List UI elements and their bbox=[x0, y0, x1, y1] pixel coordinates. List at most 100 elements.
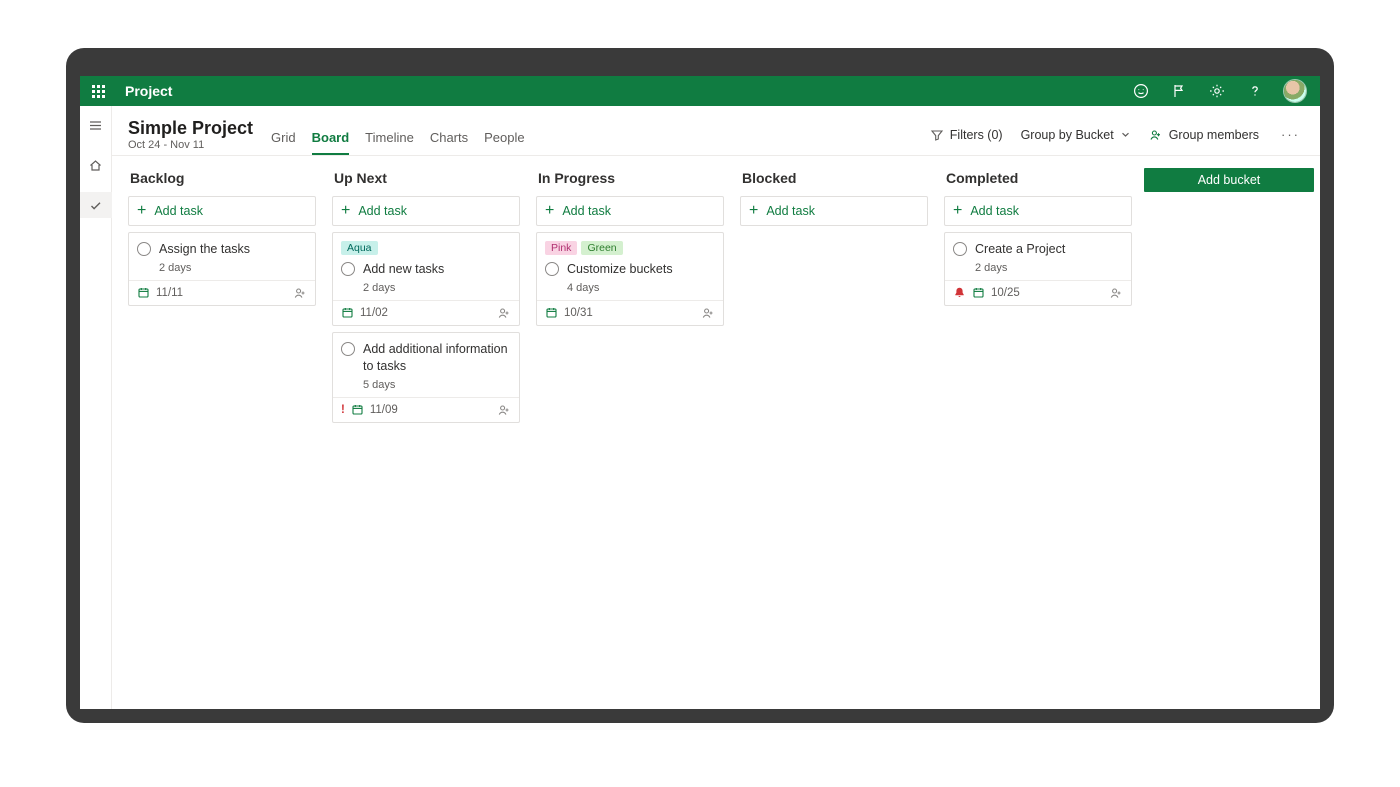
task-duration: 4 days bbox=[567, 282, 715, 294]
titlebar: Project bbox=[80, 76, 1320, 106]
command-bar: Simple Project Oct 24 - Nov 11 Grid Boar… bbox=[112, 106, 1320, 156]
complete-checkbox[interactable] bbox=[545, 262, 559, 276]
task-card[interactable]: Create a Project 2 days 10/25 bbox=[944, 232, 1132, 306]
view-tabs: Grid Board Timeline Charts People bbox=[271, 124, 525, 155]
app-window: Project bbox=[80, 76, 1320, 709]
tab-grid[interactable]: Grid bbox=[271, 124, 296, 155]
task-duration: 5 days bbox=[363, 379, 511, 391]
add-task-button[interactable]: + Add task bbox=[332, 196, 520, 226]
main-content: Simple Project Oct 24 - Nov 11 Grid Boar… bbox=[112, 106, 1320, 709]
task-date: 10/31 bbox=[564, 307, 593, 319]
tasks-icon[interactable] bbox=[80, 192, 112, 218]
plus-icon: + bbox=[953, 203, 962, 219]
group-members-label: Group members bbox=[1169, 128, 1259, 142]
task-label: Green bbox=[581, 241, 622, 255]
flag-icon[interactable] bbox=[1170, 82, 1188, 100]
assign-person-icon[interactable] bbox=[497, 403, 511, 417]
task-card[interactable]: Aqua Add new tasks 2 days 11/02 bbox=[332, 232, 520, 326]
task-title: Create a Project bbox=[975, 241, 1065, 258]
reminder-bell-icon bbox=[953, 286, 966, 299]
calendar-icon bbox=[137, 286, 150, 299]
complete-checkbox[interactable] bbox=[341, 262, 355, 276]
complete-checkbox[interactable] bbox=[341, 342, 355, 356]
assign-person-icon[interactable] bbox=[1109, 286, 1123, 300]
add-bucket-button[interactable]: Add bucket bbox=[1144, 168, 1314, 192]
group-by-button[interactable]: Group by Bucket bbox=[1021, 128, 1131, 142]
task-footer: 11/11 bbox=[129, 280, 315, 305]
assign-person-icon[interactable] bbox=[497, 306, 511, 320]
settings-icon[interactable] bbox=[1208, 82, 1226, 100]
add-task-button[interactable]: + Add task bbox=[740, 196, 928, 226]
tab-timeline[interactable]: Timeline bbox=[365, 124, 414, 155]
task-duration: 2 days bbox=[159, 262, 307, 274]
task-title: Assign the tasks bbox=[159, 241, 250, 258]
task-labels: Aqua bbox=[341, 241, 511, 255]
tab-people[interactable]: People bbox=[484, 124, 524, 155]
plus-icon: + bbox=[545, 203, 554, 219]
calendar-icon bbox=[351, 403, 364, 416]
bucket-title: Blocked bbox=[740, 166, 928, 196]
tab-charts[interactable]: Charts bbox=[430, 124, 468, 155]
project-title: Simple Project bbox=[128, 118, 253, 139]
task-date: 11/02 bbox=[360, 307, 388, 319]
device-frame: Project bbox=[66, 48, 1334, 723]
hamburger-icon[interactable] bbox=[80, 112, 112, 138]
add-task-button[interactable]: + Add task bbox=[536, 196, 724, 226]
task-duration: 2 days bbox=[363, 282, 511, 294]
bucket: Backlog + Add task Assign the tasks 2 days 11… bbox=[120, 166, 324, 699]
assign-person-icon[interactable] bbox=[293, 286, 307, 300]
add-task-label: Add task bbox=[358, 204, 407, 218]
home-icon[interactable] bbox=[80, 152, 112, 178]
task-title: Add new tasks bbox=[363, 261, 444, 278]
add-task-label: Add task bbox=[562, 204, 611, 218]
task-label: Pink bbox=[545, 241, 577, 255]
bucket: In Progress+Add taskPinkGreenCustomize b… bbox=[528, 166, 732, 699]
task-card[interactable]: Add additional information to tasks5 day… bbox=[332, 332, 520, 423]
app-launcher-icon[interactable] bbox=[86, 79, 111, 104]
task-date: 10/25 bbox=[991, 287, 1020, 299]
calendar-icon bbox=[972, 286, 985, 299]
calendar-icon bbox=[341, 306, 354, 319]
bucket-title: Completed bbox=[944, 166, 1132, 196]
bucket: Up Next + Add task Aqua Add new tasks 2 days 1… bbox=[324, 166, 528, 699]
emoji-icon[interactable] bbox=[1132, 82, 1150, 100]
add-task-label: Add task bbox=[970, 204, 1019, 218]
bucket: Blocked + Add task bbox=[732, 166, 936, 699]
add-task-button[interactable]: + Add task bbox=[944, 196, 1132, 226]
plus-icon: + bbox=[137, 203, 146, 219]
plus-icon: + bbox=[749, 203, 758, 219]
filters-label: Filters (0) bbox=[950, 128, 1003, 142]
app-name: Project bbox=[125, 83, 172, 99]
bucket: Completed + Add task Create a Project 2 days… bbox=[936, 166, 1140, 699]
task-footer: 11/02 bbox=[333, 300, 519, 325]
calendar-icon bbox=[545, 306, 558, 319]
user-avatar[interactable] bbox=[1284, 80, 1306, 102]
tab-board[interactable]: Board bbox=[312, 124, 350, 155]
complete-checkbox[interactable] bbox=[953, 242, 967, 256]
project-date-range: Oct 24 - Nov 11 bbox=[128, 139, 253, 151]
task-footer: !11/09 bbox=[333, 397, 519, 422]
add-task-button[interactable]: + Add task bbox=[128, 196, 316, 226]
task-card[interactable]: Assign the tasks 2 days 11/11 bbox=[128, 232, 316, 306]
chevron-down-icon bbox=[1120, 129, 1131, 140]
task-footer: 10/31 bbox=[537, 300, 723, 325]
assign-person-icon[interactable] bbox=[701, 306, 715, 320]
plus-icon: + bbox=[341, 203, 350, 219]
task-card[interactable]: PinkGreenCustomize buckets4 days10/31 bbox=[536, 232, 724, 326]
group-by-label: Group by Bucket bbox=[1021, 128, 1114, 142]
left-rail bbox=[80, 106, 112, 709]
bucket-title: Up Next bbox=[332, 166, 520, 196]
add-task-label: Add task bbox=[766, 204, 815, 218]
board: Backlog + Add task Assign the tasks 2 days 11… bbox=[112, 156, 1320, 709]
bucket-title: Backlog bbox=[128, 166, 316, 196]
filters-button[interactable]: Filters (0) bbox=[930, 128, 1003, 142]
more-button[interactable]: ··· bbox=[1277, 127, 1304, 142]
task-label: Aqua bbox=[341, 241, 378, 255]
task-labels: Pink Green bbox=[545, 241, 715, 255]
complete-checkbox[interactable] bbox=[137, 242, 151, 256]
group-members-button[interactable]: Group members bbox=[1149, 128, 1259, 142]
add-task-label: Add task bbox=[154, 204, 203, 218]
help-icon[interactable] bbox=[1246, 82, 1264, 100]
task-duration: 2 days bbox=[975, 262, 1123, 274]
task-footer: 10/25 bbox=[945, 280, 1131, 305]
